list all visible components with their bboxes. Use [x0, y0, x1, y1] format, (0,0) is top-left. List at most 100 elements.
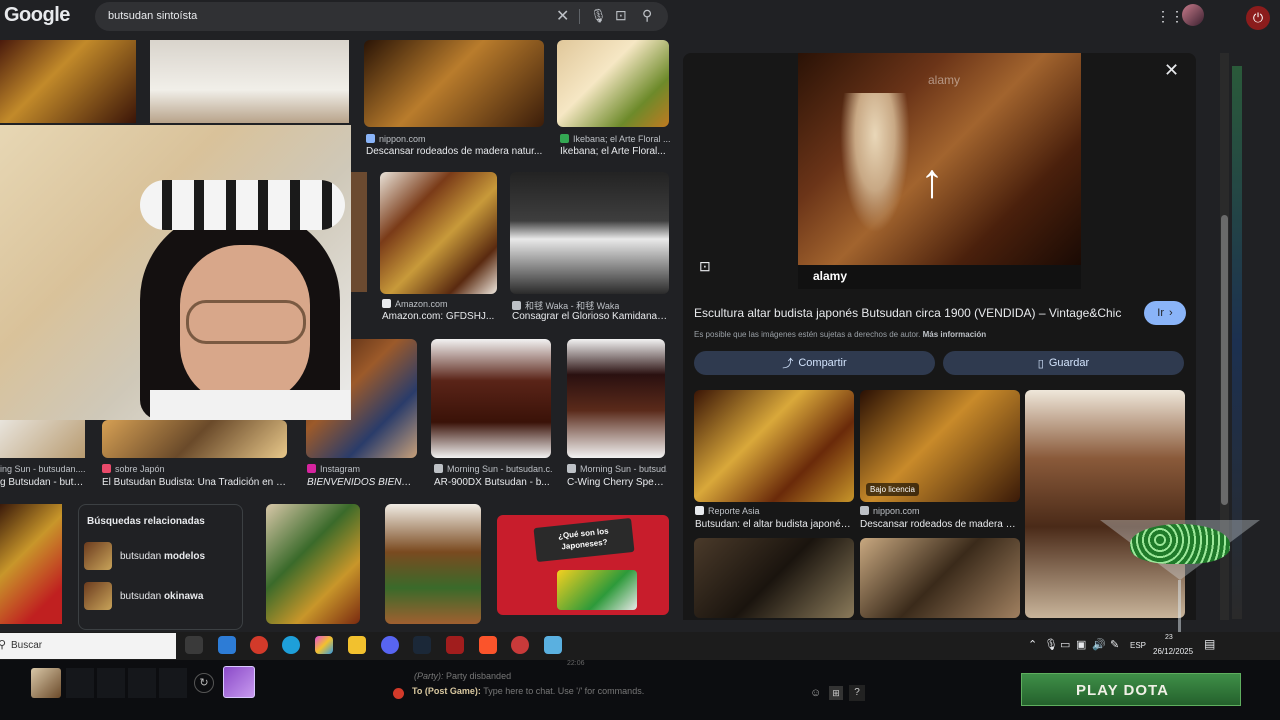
- result-image[interactable]: [380, 172, 497, 294]
- related-image[interactable]: [694, 390, 854, 502]
- scrollbar-thumb[interactable]: [1221, 215, 1228, 505]
- result-source[interactable]: Morning Sun - butsudan.c...: [434, 464, 552, 474]
- more-info-link[interactable]: Más información: [923, 330, 987, 339]
- brave-icon[interactable]: [479, 636, 497, 654]
- result-title[interactable]: BIENVENIDOS BIENVE...: [307, 477, 417, 488]
- result-title[interactable]: Amazon.com: GFDSHJ...: [382, 311, 498, 322]
- party-slot[interactable]: [159, 668, 187, 698]
- file-explorer-icon[interactable]: [348, 636, 366, 654]
- result-image[interactable]: [102, 420, 287, 458]
- task-view-icon[interactable]: [185, 636, 203, 654]
- hero-portrait[interactable]: [223, 666, 255, 698]
- visit-label: Ir: [1157, 307, 1165, 319]
- result-title[interactable]: AR-900DX Butsudan - b...: [434, 477, 552, 488]
- refresh-icon[interactable]: ↻: [194, 673, 214, 693]
- party-slot[interactable]: [128, 668, 156, 698]
- microphone-icon[interactable]: 🎙: [1044, 638, 1058, 651]
- related-source[interactable]: Reporte Asia: [695, 506, 760, 516]
- related-source[interactable]: nippon.com: [860, 506, 920, 516]
- store-icon[interactable]: [218, 636, 236, 654]
- party-slot[interactable]: [97, 668, 125, 698]
- preview-title[interactable]: Escultura altar budista japonés Butsudan…: [694, 306, 1134, 320]
- microphone-icon[interactable]: 🎙: [590, 8, 607, 24]
- result-image[interactable]: [0, 504, 62, 624]
- help-button[interactable]: ?: [849, 685, 865, 701]
- notification-icon[interactable]: ▤: [1204, 637, 1215, 651]
- related-image[interactable]: [860, 538, 1020, 618]
- clock-time[interactable]: 23: [1165, 634, 1173, 641]
- avatar[interactable]: [1182, 4, 1204, 26]
- pen-icon[interactable]: ✎: [1110, 638, 1119, 651]
- chat-wheel-icon[interactable]: ⊞: [829, 686, 843, 700]
- related-search-item[interactable]: butsudan okinawa: [84, 581, 234, 611]
- apps-grid-icon[interactable]: ⋮⋮: [1156, 8, 1184, 25]
- result-source[interactable]: ing Sun - butsudan....: [0, 464, 90, 474]
- search-input[interactable]: butsudan sintoísta: [108, 10, 197, 22]
- result-source[interactable]: Morning Sun - butsud...: [567, 464, 667, 474]
- result-title[interactable]: Descansar rodeados de madera natur...: [366, 146, 546, 157]
- result-source[interactable]: Amazon.com: [382, 299, 448, 309]
- search-icon[interactable]: ⚲: [642, 7, 652, 24]
- result-image[interactable]: [364, 40, 544, 127]
- result-title[interactable]: Ikebana; el Arte Floral...: [560, 146, 668, 157]
- steam-icon[interactable]: [413, 636, 431, 654]
- power-icon[interactable]: ⏻: [1246, 6, 1270, 30]
- result-title[interactable]: El Butsudan Budista: Una Tradición en lo…: [102, 477, 288, 488]
- dota-icon[interactable]: [446, 636, 464, 654]
- close-icon[interactable]: ✕: [1164, 60, 1179, 81]
- emoji-icon[interactable]: ☺: [810, 687, 821, 699]
- related-image[interactable]: Bajo licencia: [860, 390, 1020, 502]
- discord-icon[interactable]: [381, 636, 399, 654]
- chevron-up-icon[interactable]: ⌃: [1028, 638, 1037, 651]
- related-thumb: [84, 582, 112, 610]
- result-source[interactable]: Instagram: [307, 464, 360, 474]
- result-image[interactable]: [510, 172, 669, 294]
- language-indicator[interactable]: ESP: [1130, 641, 1146, 650]
- app-icon[interactable]: [250, 636, 268, 654]
- player-avatar[interactable]: [31, 668, 61, 698]
- copilot-icon[interactable]: [315, 636, 333, 654]
- related-image[interactable]: [694, 538, 854, 618]
- preview-image[interactable]: ↑ alamy: [798, 53, 1081, 265]
- edge-icon[interactable]: [282, 636, 300, 654]
- result-title[interactable]: g Butsudan - buts...: [0, 477, 85, 488]
- related-search-item[interactable]: butsudan modelos: [84, 541, 234, 571]
- save-button[interactable]: ▯ Guardar: [943, 351, 1184, 375]
- search-box[interactable]: butsudan sintoísta ✕ 🎙 ⊡ ⚲: [95, 2, 668, 31]
- result-image[interactable]: [266, 504, 360, 624]
- party-slot[interactable]: [66, 668, 94, 698]
- result-title[interactable]: C-Wing Cherry Spec...: [567, 477, 667, 488]
- visit-button[interactable]: Ir ›: [1144, 301, 1186, 325]
- clock-date[interactable]: 26/12/2025: [1153, 647, 1193, 656]
- display-icon[interactable]: ▭: [1060, 638, 1070, 651]
- result-source[interactable]: nippon.com: [366, 134, 426, 144]
- share-button[interactable]: ⤴ Compartir: [694, 351, 935, 375]
- result-source[interactable]: sobre Japón: [102, 464, 165, 474]
- result-image[interactable]: [567, 339, 665, 458]
- result-image[interactable]: [0, 420, 85, 458]
- related-image[interactable]: [1025, 390, 1185, 618]
- result-image[interactable]: [431, 339, 551, 458]
- google-logo[interactable]: Google: [4, 4, 70, 27]
- related-title[interactable]: Descansar rodeados de madera natural...: [860, 519, 1020, 530]
- related-title[interactable]: Butsudan: el altar budista japonés para.…: [695, 519, 855, 530]
- result-image[interactable]: [150, 40, 349, 123]
- network-icon[interactable]: ▣: [1076, 638, 1086, 651]
- result-image[interactable]: [0, 40, 136, 123]
- result-image[interactable]: [385, 504, 481, 624]
- save-label: Guardar: [1048, 357, 1090, 369]
- result-image[interactable]: [557, 40, 669, 127]
- taskbar-search-input[interactable]: ⚲ Buscar: [0, 633, 176, 659]
- chat-input[interactable]: To (Post Game): Type here to chat. Use '…: [412, 686, 852, 702]
- clear-icon[interactable]: ✕: [556, 6, 569, 26]
- volume-icon[interactable]: 🔊: [1092, 638, 1106, 651]
- play-dota-button[interactable]: PLAY DOTA: [1021, 673, 1241, 706]
- app-icon[interactable]: [511, 636, 529, 654]
- result-image[interactable]: [350, 172, 367, 292]
- notepad-icon[interactable]: [544, 636, 562, 654]
- result-title[interactable]: Consagrar el Glorioso Kamidana"...: [512, 311, 668, 322]
- lens-search-icon[interactable]: ⊡: [699, 258, 711, 275]
- result-image[interactable]: ¿Qué son los Japoneses?: [497, 515, 669, 615]
- result-source[interactable]: Ikebana; el Arte Floral ...: [560, 134, 671, 144]
- lens-icon[interactable]: ⊡: [615, 7, 627, 24]
